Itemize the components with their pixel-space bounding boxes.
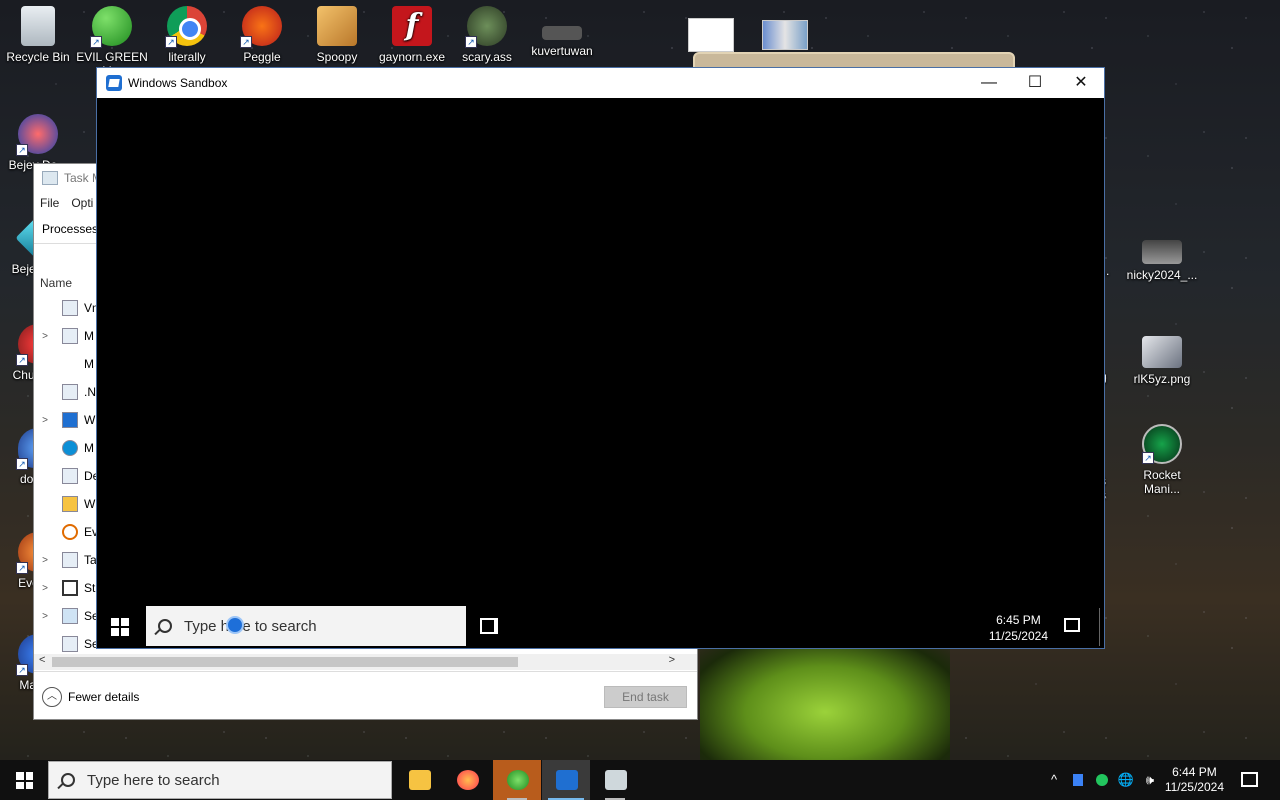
sandbox-tray-icon[interactable] [1066,760,1090,800]
desktop-icon-gaynorn[interactable]: gaynorn.exe [374,6,450,64]
desktop-icon-peggle[interactable]: ↗ Peggle [224,6,300,64]
cortana-icon[interactable] [226,616,244,634]
desktop-icon-rlk5yz[interactable]: rlK5yz.png [1124,330,1200,386]
file-explorer-icon [409,770,431,790]
desktop-icon-spoopy[interactable]: Spoopy [299,6,375,64]
sandbox-titlebar[interactable]: Windows Sandbox — ☐ ✕ [97,68,1104,98]
search-placeholder: Type here to search [184,617,317,635]
expand-chevron-icon[interactable]: > [34,331,56,342]
task-manager-icon [42,171,58,185]
sandbox-search-box[interactable]: Type here to search [146,606,466,646]
taskbar-clock[interactable]: 6:44 PM 11/25/2024 [1165,765,1224,795]
notification-icon[interactable] [1241,772,1258,787]
peggle-icon: ↗ [240,6,282,48]
sandbox-clock[interactable]: 6:45 PM 11/25/2024 [989,612,1048,644]
file-icon [542,26,582,40]
window-title: Windows Sandbox [128,76,228,90]
bejeweled-icon: ↗ [16,114,58,156]
scroll-right-arrow-icon[interactable]: > [669,654,675,666]
document-thumbnail[interactable] [688,18,734,52]
chrome-icon: ↗ [165,6,207,48]
notification-icon[interactable] [1064,618,1080,632]
search-icon [158,619,172,633]
expand-chevron-icon[interactable]: > [34,583,56,594]
process-icon [62,328,78,344]
folder-icon [317,6,357,46]
sandbox-taskbar: Type here to search 6:45 PM 11/25/2024 [97,606,1104,648]
process-icon [62,636,78,652]
desktop-icon-scary[interactable]: ↗ scary.ass [449,6,525,64]
windows-start-icon[interactable] [111,618,129,636]
taskbar-app-firefox[interactable] [443,760,491,800]
horizontal-scrollbar[interactable]: < > [34,654,697,670]
tab-processes[interactable]: Processes [42,222,98,236]
firefox-icon [457,770,479,790]
folder-icon [62,496,78,512]
search-placeholder: Type here to search [87,771,220,789]
fewer-details-link[interactable]: Fewer details [68,690,139,704]
desktop-icon-kuvertuwan[interactable]: kuvertuwan [524,6,600,58]
task-manager-footer: ︿ Fewer details End task [34,671,697,721]
task-view-icon[interactable] [480,618,498,634]
expand-chevron-icon[interactable]: > [34,611,56,622]
taskbar-search-box[interactable]: Type here to search [48,761,392,799]
desktop-icon-recycle-bin[interactable]: Recycle Bin [0,6,76,64]
gear-icon [62,608,78,624]
desktop-icon-rocket-mania[interactable]: ↗ Rocket Mani... [1124,424,1200,496]
window-icon [62,580,78,596]
maximize-button[interactable]: ☐ [1012,68,1058,98]
windows-start-icon[interactable] [16,772,33,789]
sandbox-icon [556,770,578,790]
rocket-icon: ↗ [1142,424,1182,464]
taskbar: Type here to search ^ 🌐 🕪 6:44 PM 11/25/… [0,760,1280,800]
wallpaper-tent-glow [700,640,950,760]
expand-chevron-icon[interactable]: > [34,415,56,426]
msn-tray-icon[interactable] [1090,760,1114,800]
show-hidden-icons-chevron-icon[interactable]: ^ [1042,760,1066,800]
taskbar-app-file-explorer[interactable] [395,760,443,800]
search-icon [62,524,78,540]
process-icon [62,384,78,400]
search-icon [61,773,75,787]
end-task-button[interactable]: End task [604,686,687,708]
column-header-name[interactable]: Name [40,276,72,290]
close-button[interactable]: ✕ [1058,68,1104,98]
task-manager-icon [62,552,78,568]
scrollbar-thumb[interactable] [52,657,518,667]
show-desktop-divider[interactable] [1099,608,1100,646]
sandbox-icon [106,75,122,91]
flash-icon [392,6,432,46]
png-file-icon [1142,336,1182,368]
msn-icon [507,770,529,790]
recycle-bin-icon [21,6,55,46]
volume-icon[interactable]: 🕪 [1138,760,1162,800]
sandbox-icon [62,412,78,428]
desktop-icon-nicky2024[interactable]: nicky2024_... [1124,226,1200,282]
menu-options[interactable]: Opti [71,196,93,210]
scroll-left-arrow-icon[interactable]: < [39,654,45,666]
taskbar-app-msn[interactable] [493,760,541,800]
desktop-icon-literally[interactable]: ↗ literally [149,6,225,64]
edge-icon [62,440,78,456]
scary-icon: ↗ [465,6,507,48]
process-icon [62,300,78,316]
taskbar-app-windows-sandbox[interactable] [542,760,590,800]
image-thumbnail[interactable] [762,20,808,50]
msn-messenger-icon: ↗ [90,6,132,48]
network-icon[interactable]: 🌐 [1114,760,1138,800]
menu-file[interactable]: File [40,196,59,210]
expand-chevron-icon[interactable]: > [34,555,56,566]
windows-sandbox-window[interactable]: Windows Sandbox — ☐ ✕ Type here to searc… [96,67,1105,649]
taskbar-app-task-manager[interactable] [591,760,639,800]
process-icon [62,468,78,484]
malwarebytes-icon [62,356,78,372]
chevron-up-icon[interactable]: ︿ [42,686,62,707]
task-manager-icon [605,770,627,790]
image-file-icon [1142,240,1182,264]
minimize-button[interactable]: — [966,68,1012,98]
